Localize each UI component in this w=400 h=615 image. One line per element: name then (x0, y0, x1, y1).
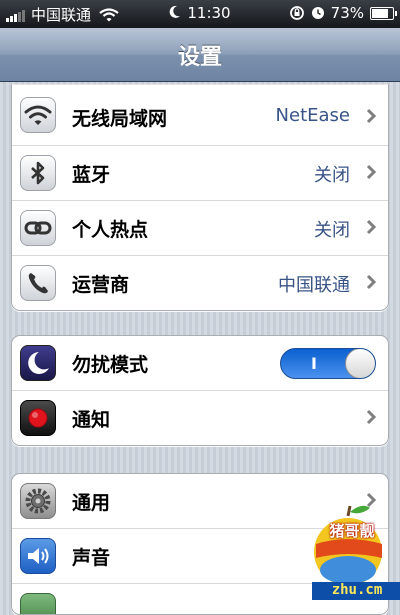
settings-row-label: 个人热点 (72, 219, 149, 241)
status-time: 11:30 (187, 4, 231, 22)
chevron-right-icon (366, 108, 376, 124)
settings-group-connectivity: 无线局域网 NetEase 蓝牙 关闭 个人热点 关闭 运营商 中国联通 (11, 84, 389, 311)
chevron-right-icon (366, 274, 376, 290)
phone-icon (20, 265, 56, 301)
page-title: 设置 (177, 45, 222, 70)
do-not-disturb-status-icon (170, 5, 181, 18)
settings-row-label: 通用 (72, 492, 111, 514)
settings-row-bluetooth[interactable]: 蓝牙 关闭 (12, 146, 388, 201)
settings-row-label: 蓝牙 (72, 164, 111, 186)
watermark-logo: 猪哥靓 zhu.cm (310, 498, 400, 600)
chevron-right-icon (366, 164, 376, 180)
settings-row-value: 中国联通 (278, 275, 350, 296)
battery-icon (370, 6, 397, 20)
navigation-bar: 设置 (0, 28, 400, 82)
do-not-disturb-toggle[interactable]: I (280, 348, 376, 379)
hotspot-icon (20, 210, 56, 246)
status-bar: 中国联通 11:30 73% (0, 0, 400, 28)
watermark-site-text: zhu.cm (331, 582, 383, 598)
settings-row-carrier[interactable]: 运营商 中国联通 (12, 256, 388, 310)
settings-row-label: 运营商 (72, 274, 130, 296)
settings-row-label: 勿扰模式 (72, 354, 149, 376)
battery-fill (372, 8, 389, 18)
watermark-badge-text: 猪哥靓 (329, 522, 375, 540)
bluetooth-icon (20, 155, 56, 191)
settings-group-dnd-notifications: 勿扰模式 I 通知 (11, 335, 389, 446)
gear-icon (20, 483, 56, 519)
chevron-right-icon (366, 219, 376, 235)
settings-row-value: 关闭 (314, 165, 350, 186)
settings-row-value: NetEase (275, 105, 350, 126)
settings-row-do-not-disturb[interactable]: 勿扰模式 I (12, 336, 388, 391)
speaker-icon (20, 538, 56, 574)
moon-icon (20, 345, 56, 381)
settings-icon-partial (20, 593, 56, 614)
settings-row-personal-hotspot[interactable]: 个人热点 关闭 (12, 201, 388, 256)
wifi-icon (20, 97, 56, 133)
toggle-on-label: I (311, 354, 317, 373)
settings-row-notifications[interactable]: 通知 (12, 391, 388, 445)
rotation-lock-icon (289, 6, 304, 20)
toggle-knob[interactable] (345, 349, 375, 378)
settings-row-wifi[interactable]: 无线局域网 NetEase (12, 85, 388, 146)
settings-row-value: 关闭 (314, 220, 350, 241)
notifications-icon (20, 400, 56, 436)
settings-row-label: 通知 (72, 409, 111, 431)
chevron-right-icon (366, 409, 376, 425)
battery-percent: 73% (330, 4, 364, 22)
alarm-clock-icon (311, 7, 324, 19)
settings-row-label: 无线局域网 (72, 108, 168, 130)
settings-row-label: 声音 (72, 547, 111, 569)
